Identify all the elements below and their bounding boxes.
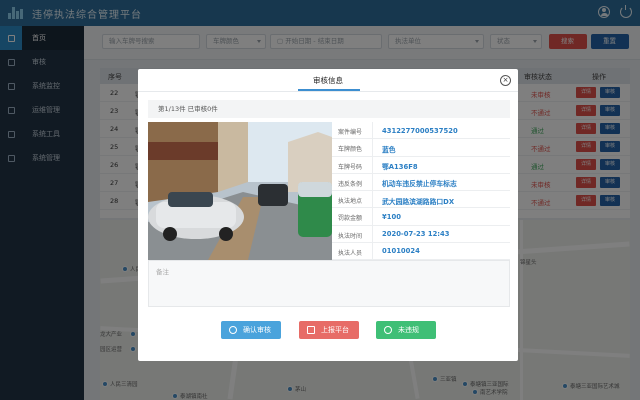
field-value: 机动车违反禁止停车标志: [382, 180, 457, 189]
violation-photo[interactable]: [148, 122, 332, 260]
report-platform-button[interactable]: 上报平台: [299, 321, 359, 339]
case-field: 车牌号码 鄂A136F8: [332, 157, 510, 174]
case-field: 罚款金额 ¥100: [332, 208, 510, 226]
field-value: 4312277000537520: [382, 126, 458, 135]
modal-title: 审核信息: [313, 76, 343, 85]
close-icon[interactable]: ×: [500, 75, 511, 86]
case-field: 执法人员 01010024: [332, 243, 510, 260]
case-field: 违反条例 机动车违反禁止停车标志: [332, 174, 510, 191]
audit-progress: 第1/13件 已审核0件: [148, 100, 510, 118]
field-label: 执法地点: [338, 198, 363, 205]
field-label: 执法时间: [338, 232, 363, 240]
case-field: 执法时间 2020-07-23 12:43: [332, 226, 510, 243]
case-field: 执法地点 武大园路滨湖路路口DX: [332, 191, 510, 209]
confirm-audit-button[interactable]: 确认审核: [221, 321, 281, 339]
case-field: 案件编号 4312277000537520: [332, 122, 510, 140]
audit-modal: 审核信息 × 第1/13件 已审核0件 案件编号 4312277000537520…: [138, 69, 518, 361]
street-photo-image: [148, 122, 332, 260]
no-violation-button[interactable]: 未违规: [376, 321, 436, 339]
check-icon: [229, 326, 237, 334]
field-label: 案件编号: [338, 129, 363, 136]
field-label: 罚款金额: [338, 215, 363, 223]
upload-icon: [307, 326, 315, 334]
field-value: 蓝色: [382, 145, 396, 154]
field-label: 执法人员: [338, 249, 363, 257]
field-value: ¥100: [382, 212, 401, 221]
field-value: 武大园路滨湖路路口DX: [382, 197, 455, 206]
heart-icon: [384, 326, 392, 334]
case-field: 车牌颜色 蓝色: [332, 139, 510, 157]
field-value: 鄂A136F8: [382, 163, 418, 171]
field-label: 违反条例: [338, 180, 363, 188]
remark-textarea[interactable]: 备注: [148, 260, 510, 307]
field-label: 车牌号码: [338, 163, 363, 171]
field-value: 01010024: [382, 247, 420, 256]
case-info-panel: 案件编号 4312277000537520 车牌颜色 蓝色车牌号码 鄂A136F8 违反条…: [332, 122, 510, 260]
field-value: 2020-07-23 12:43: [382, 230, 450, 238]
field-label: 车牌颜色: [338, 146, 363, 154]
